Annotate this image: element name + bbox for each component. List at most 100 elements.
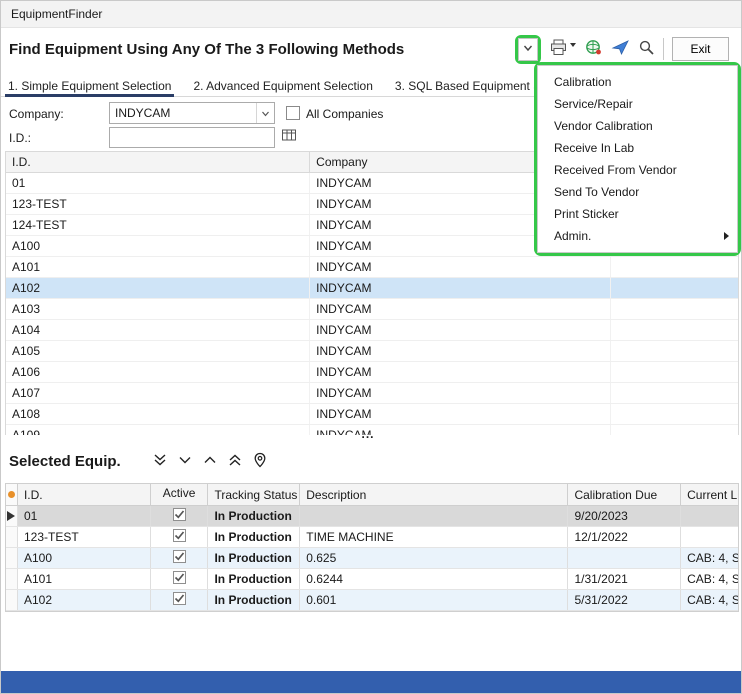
- tracking-status-cell: In Production: [208, 569, 300, 589]
- table-cell: INDYCAM: [310, 404, 611, 424]
- equipment-finder-window: EquipmentFinder Find Equipment Using Any…: [0, 0, 742, 694]
- table-cell: A100: [6, 236, 310, 256]
- table-cell: [611, 299, 738, 319]
- column-header-active[interactable]: Active: [151, 484, 209, 505]
- exit-button[interactable]: Exit: [672, 37, 729, 61]
- move-up-button[interactable]: [202, 452, 218, 471]
- table-row[interactable]: A101INDYCAM: [6, 257, 738, 278]
- menu-item-received-from-vendor[interactable]: Received From Vendor: [538, 159, 737, 181]
- browse-button[interactable]: [281, 127, 298, 147]
- active-checkbox[interactable]: [173, 508, 186, 521]
- table-cell: A109: [6, 425, 310, 435]
- current-location-cell: CAB: 4, SH: [681, 569, 738, 589]
- chevron-down-icon: [177, 452, 193, 471]
- table-cell: A104: [6, 320, 310, 340]
- column-header-calibration-due[interactable]: Calibration Due: [568, 484, 681, 505]
- table-row[interactable]: A102INDYCAM: [6, 278, 738, 299]
- table-cell: INDYCAM: [310, 278, 611, 298]
- table-row[interactable]: A108INDYCAM: [6, 404, 738, 425]
- menu-item-service-repair[interactable]: Service/Repair: [538, 93, 737, 115]
- menu-item-label: Receive In Lab: [554, 141, 634, 155]
- active-checkbox[interactable]: [173, 592, 186, 605]
- table-cell: A103: [6, 299, 310, 319]
- current-location-cell: CAB: 4, SH: [681, 548, 738, 568]
- scroll-more-indicator[interactable]: ...: [351, 427, 385, 441]
- menu-item-receive-in-lab[interactable]: Receive In Lab: [538, 137, 737, 159]
- selected-table: I.D. Active Tracking Status Description …: [5, 483, 739, 612]
- selected-table-row[interactable]: 01In Production9/20/2023: [6, 506, 738, 527]
- move-all-down-button[interactable]: [152, 452, 168, 471]
- active-checkbox[interactable]: [173, 571, 186, 584]
- globe-button[interactable]: [584, 38, 603, 60]
- table-cell: A102: [6, 278, 310, 298]
- row-marker-cell: [6, 548, 18, 568]
- tab-advanced-equipment-selection[interactable]: 2. Advanced Equipment Selection: [190, 76, 375, 97]
- menu-item-label: Received From Vendor: [554, 163, 677, 177]
- toolbar-separator: [663, 38, 664, 60]
- row-marker-cell: [6, 569, 18, 589]
- description-cell: 0.601: [300, 590, 568, 610]
- table-row[interactable]: A107INDYCAM: [6, 383, 738, 404]
- table-cell: INDYCAM: [310, 362, 611, 382]
- active-checkbox[interactable]: [173, 529, 186, 542]
- locate-button[interactable]: [252, 452, 268, 471]
- column-header-description[interactable]: Description: [300, 484, 568, 505]
- table-cell: INDYCAM: [310, 257, 611, 277]
- table-cell: [611, 404, 738, 424]
- print-button[interactable]: [549, 38, 576, 60]
- menu-item-vendor-calibration[interactable]: Vendor Calibration: [538, 115, 737, 137]
- location-pin-icon: [252, 452, 268, 471]
- selected-table-header: I.D. Active Tracking Status Description …: [6, 484, 738, 506]
- table-cell: [611, 425, 738, 435]
- column-header-current-location[interactable]: Current L: [681, 484, 738, 505]
- combobox-arrow-icon[interactable]: [256, 103, 274, 123]
- table-row[interactable]: A104INDYCAM: [6, 320, 738, 341]
- footer-bar: [1, 671, 742, 693]
- company-label: Company:: [9, 107, 64, 121]
- submenu-arrow-icon: [724, 232, 729, 240]
- menu-item-calibration[interactable]: Calibration: [538, 71, 737, 93]
- table-cell: [611, 362, 738, 382]
- all-companies-label: All Companies: [306, 107, 383, 121]
- menu-item-label: Service/Repair: [554, 97, 633, 111]
- context-menu-highlight: Calibration Service/Repair Vendor Calibrat…: [534, 62, 741, 256]
- calibration-due-cell: 1/31/2021: [568, 569, 681, 589]
- move-down-button[interactable]: [177, 452, 193, 471]
- active-cell: [151, 590, 209, 610]
- id-input[interactable]: [109, 127, 275, 148]
- tracking-status-cell: In Production: [208, 506, 300, 526]
- active-cell: [151, 527, 209, 547]
- send-button[interactable]: [611, 38, 630, 60]
- marker-dot-icon: [8, 491, 15, 498]
- table-row[interactable]: A105INDYCAM: [6, 341, 738, 362]
- selected-table-row[interactable]: 123-TESTIn ProductionTIME MACHINE12/1/20…: [6, 527, 738, 548]
- column-header-marker: [6, 484, 18, 505]
- current-row-marker-icon: [6, 506, 18, 526]
- menu-item-label: Send To Vendor: [554, 185, 639, 199]
- actions-dropdown-button[interactable]: [518, 38, 538, 61]
- column-header-id[interactable]: I.D.: [6, 152, 310, 172]
- column-header-id[interactable]: I.D.: [18, 484, 151, 505]
- active-checkbox[interactable]: [173, 550, 186, 563]
- context-menu: Calibration Service/Repair Vendor Calibrat…: [537, 65, 738, 253]
- company-combobox[interactable]: INDYCAM: [109, 102, 275, 124]
- table-cell: 123-TEST: [6, 194, 310, 214]
- menu-item-label: Admin.: [554, 229, 591, 243]
- menu-item-admin[interactable]: Admin.: [538, 225, 737, 247]
- move-all-up-button[interactable]: [227, 452, 243, 471]
- active-cell: [151, 506, 209, 526]
- selected-table-row[interactable]: A101In Production0.62441/31/2021CAB: 4, …: [6, 569, 738, 590]
- table-row[interactable]: A106INDYCAM: [6, 362, 738, 383]
- search-button[interactable]: [638, 39, 655, 59]
- selected-table-row[interactable]: A102In Production0.6015/31/2022CAB: 4, S…: [6, 590, 738, 611]
- column-header-tracking-status[interactable]: Tracking Status: [208, 484, 300, 505]
- menu-item-print-sticker[interactable]: Print Sticker: [538, 203, 737, 225]
- menu-item-label: Vendor Calibration: [554, 119, 653, 133]
- actions-dropdown-highlight: [515, 35, 541, 64]
- all-companies-checkbox[interactable]: [286, 106, 300, 120]
- menu-item-send-to-vendor[interactable]: Send To Vendor: [538, 181, 737, 203]
- tab-simple-equipment-selection[interactable]: 1. Simple Equipment Selection: [5, 76, 174, 97]
- table-cell: A101: [6, 257, 310, 277]
- selected-table-row[interactable]: A100In Production0.625CAB: 4, SH: [6, 548, 738, 569]
- table-row[interactable]: A103INDYCAM: [6, 299, 738, 320]
